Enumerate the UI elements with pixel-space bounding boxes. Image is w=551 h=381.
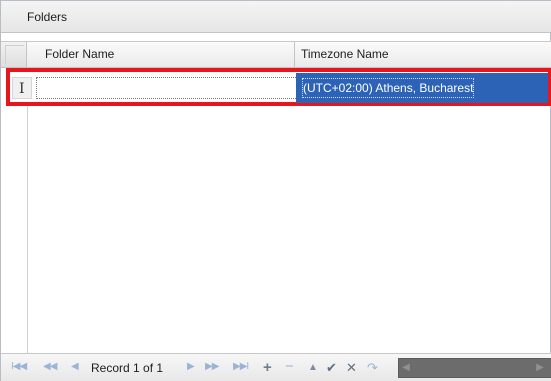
previous-record-icon[interactable]: ◀ [71,361,79,372]
folder-name-cell-input[interactable] [36,77,300,99]
timezone-name-value: (UTC+02:00) Athens, Bucharest [302,78,475,98]
scroll-right-icon[interactable]: ▶ [535,361,545,375]
previous-page-icon[interactable]: ◀◀ [43,361,57,372]
next-page-icon[interactable]: ▶▶ [205,361,219,372]
table-row[interactable]: I (UTC+02:00) Athens, Bucharest [6,68,551,106]
refresh-icon[interactable]: ↷ [367,360,378,376]
column-header-folder-name[interactable]: Folder Name [27,42,295,67]
folders-panel: Folders Folder Name Timezone Name I (UTC… [0,0,551,381]
first-record-icon[interactable]: I◀◀ [11,361,27,372]
end-edit-icon[interactable]: ✔ [326,360,337,376]
column-header-timezone-name[interactable]: Timezone Name [295,42,551,67]
row-indicator[interactable]: I [12,77,32,99]
edit-record-icon[interactable]: ▲ [308,362,318,373]
panel-header: Folders [1,1,551,33]
record-position-text: Record 1 of 1 [91,361,164,375]
text-cursor-icon: I [19,81,25,97]
horizontal-scrollbar[interactable]: ◀ ▶ [398,358,551,378]
remove-record-icon[interactable]: − [285,358,294,375]
timezone-name-cell[interactable]: (UTC+02:00) Athens, Bucharest [296,73,548,103]
grid-empty-divider [27,106,28,353]
next-record-icon[interactable]: ▶ [187,361,195,372]
scroll-left-icon[interactable]: ◀ [401,361,411,375]
panel-title: Folders [27,10,68,24]
cancel-edit-icon[interactable]: ✕ [346,360,357,376]
grid-header: Folder Name Timezone Name [1,41,551,68]
data-navigator: I◀◀ ◀◀ ◀ Record 1 of 1 ▶ ▶▶ ▶▶I + − ▲ ✔ … [1,353,551,381]
last-record-icon[interactable]: ▶▶I [233,361,249,372]
append-record-icon[interactable]: + [263,359,272,376]
grid-corner[interactable] [1,42,27,67]
